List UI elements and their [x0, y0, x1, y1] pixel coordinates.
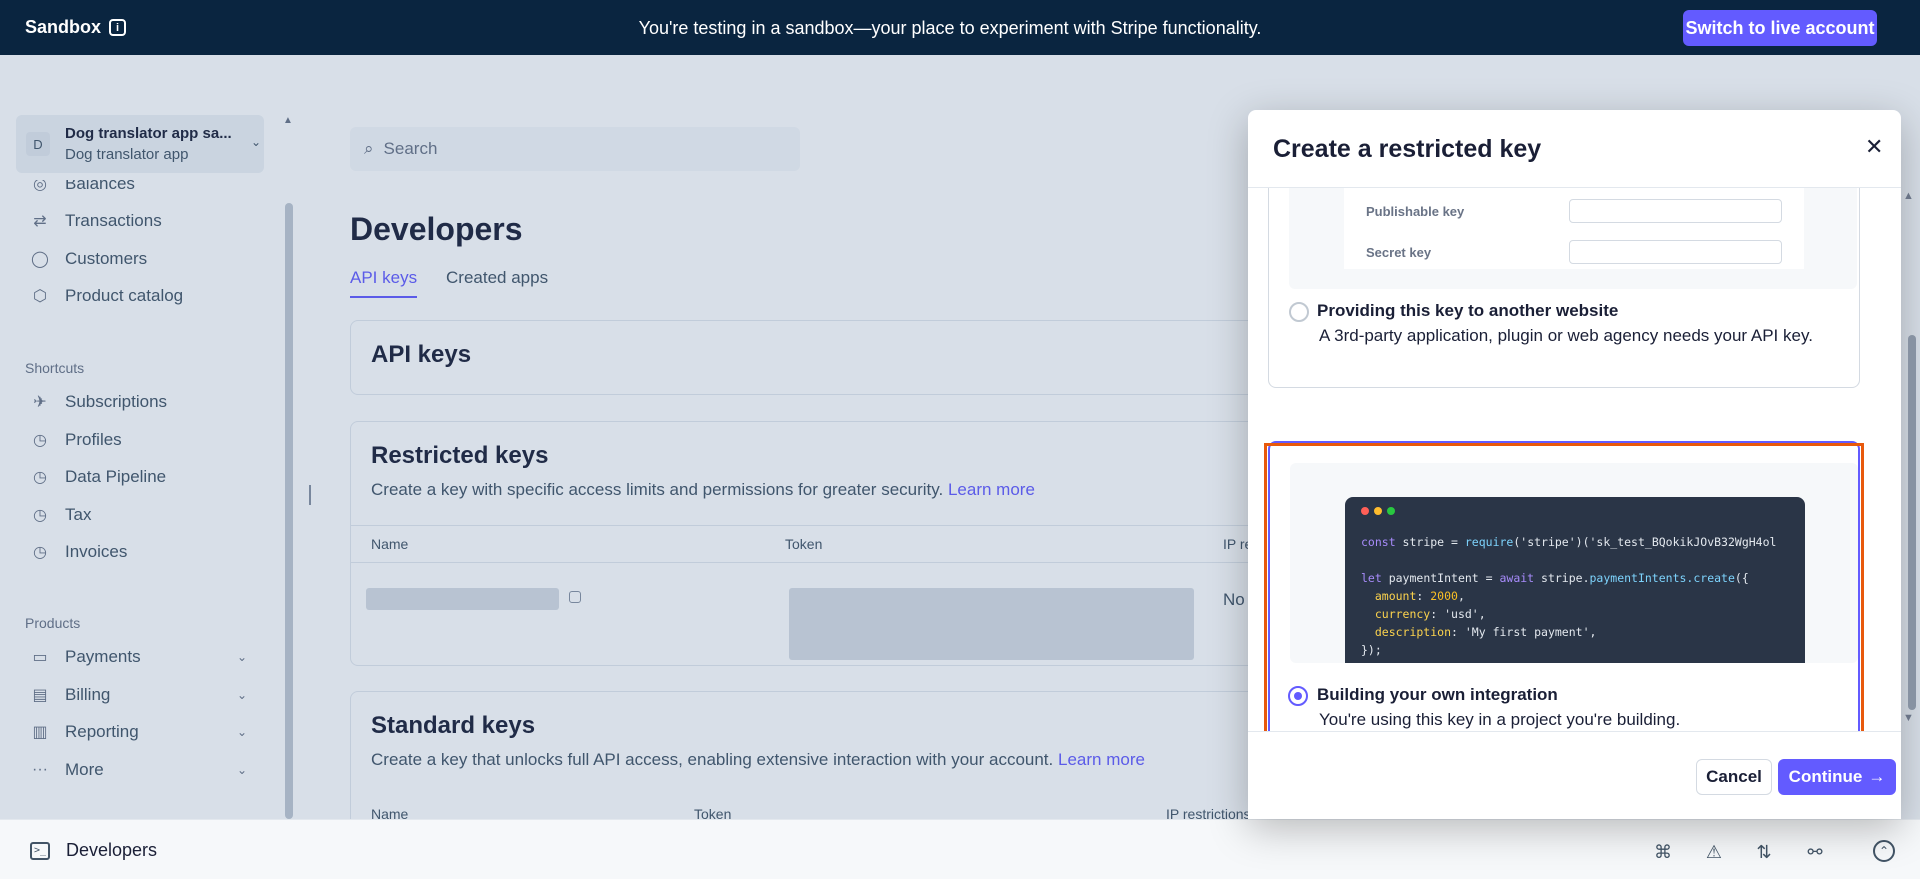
warning-icon[interactable]: ⚠: [1702, 840, 1726, 864]
preview-secret-input: [1569, 240, 1782, 264]
cancel-button[interactable]: Cancel: [1696, 759, 1772, 795]
webhooks-icon[interactable]: ⚯: [1803, 840, 1827, 864]
preview-publishable-label: Publishable key: [1366, 204, 1465, 219]
continue-label: Continue: [1788, 767, 1863, 786]
preview-secret-label: Secret key: [1366, 245, 1432, 260]
divider: [1248, 731, 1901, 732]
sandbox-message: You're testing in a sandbox—your place t…: [638, 18, 1262, 38]
option-preview: Publishable key Secret key: [1289, 188, 1857, 289]
chevron-up-icon[interactable]: ⌃: [1873, 840, 1895, 862]
terminal-icon: >_: [30, 841, 50, 860]
preview-form: Publishable key Secret key: [1344, 188, 1804, 269]
option-another-website[interactable]: Publishable key Secret key Providing thi…: [1268, 188, 1860, 388]
developers-toggle[interactable]: >_ Developers: [30, 840, 157, 861]
option-desc: A 3rd-party application, plugin or web a…: [1319, 326, 1813, 345]
modal-scroll-up-icon[interactable]: ▲: [1903, 190, 1914, 202]
radio-another-website[interactable]: [1289, 302, 1309, 322]
arrow-right-icon: →: [1868, 767, 1886, 786]
sort-arrows-icon[interactable]: ⇅: [1752, 840, 1776, 864]
preview-publishable-input: [1569, 199, 1782, 223]
developers-label: Developers: [66, 840, 158, 860]
modal-scroll-down-icon[interactable]: ▼: [1903, 712, 1914, 724]
switch-to-live-button[interactable]: Switch to live account: [1683, 10, 1877, 46]
option-title: Providing this key to another website: [1317, 301, 1619, 320]
modal-title: Create a restricted key: [1273, 135, 1542, 163]
selection-highlight: [1264, 443, 1864, 731]
binoculars-icon[interactable]: ⌘: [1651, 840, 1675, 864]
close-icon[interactable]: ✕: [1865, 134, 1883, 160]
developers-bottom-bar: >_ Developers ⌘ ⚠ ⇅ ⚯ ⌃: [0, 819, 1920, 879]
create-restricted-key-modal: Create a restricted key ✕ Publishable ke…: [1248, 110, 1901, 819]
sandbox-banner: Sandbox i You're testing in a sandbox—yo…: [0, 0, 1920, 55]
modal-body: Publishable key Secret key Providing thi…: [1248, 188, 1901, 731]
continue-button[interactable]: Continue →: [1778, 759, 1896, 795]
modal-scrollbar[interactable]: [1908, 335, 1916, 710]
